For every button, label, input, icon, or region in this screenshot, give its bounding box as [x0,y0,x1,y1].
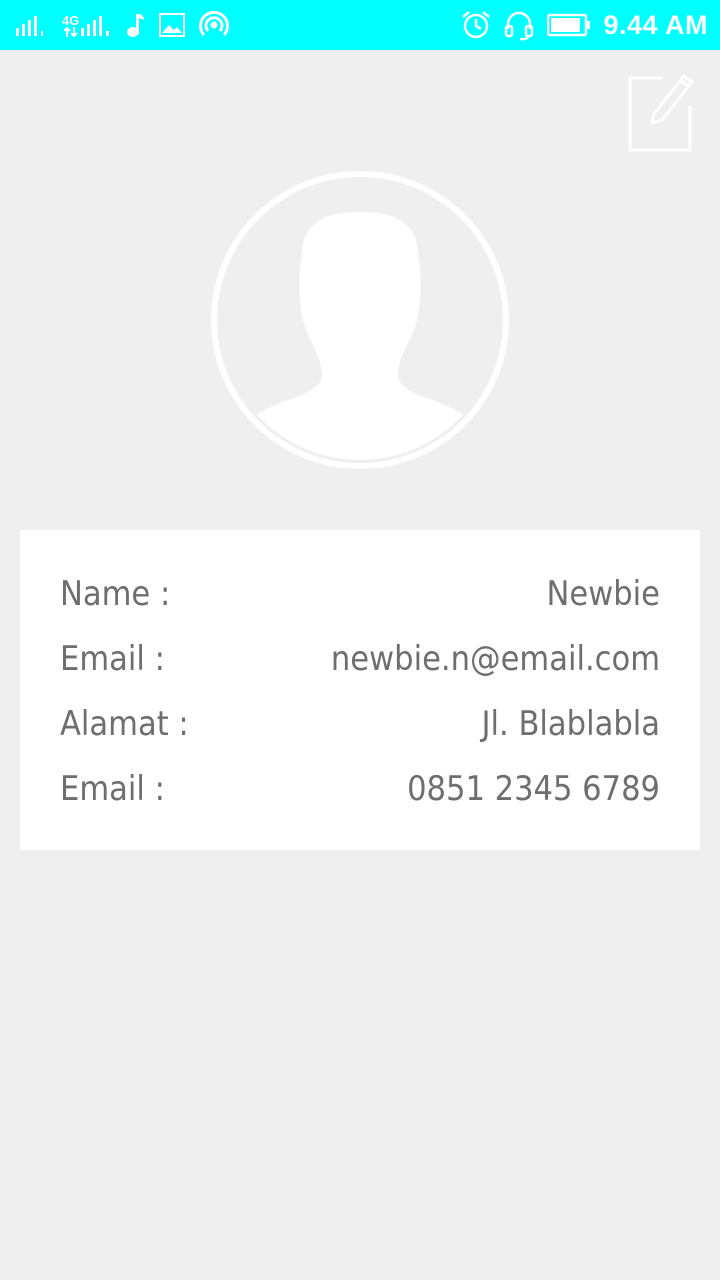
signal-sim1-icon [16,16,43,36]
signal-4g-sim2-icon: 4G [62,14,111,37]
headset-icon [505,11,534,41]
info-row-email: Email : newbie.n@email.com [60,629,660,689]
edit-note-icon [628,74,694,152]
profile-avatar[interactable] [210,170,510,470]
field-label: Email : [60,639,165,679]
info-row-address: Alamat : Jl. Blablabla [60,694,660,754]
status-bar-left: 4G [16,0,230,50]
info-row-name: Name : Newbie [60,564,660,624]
hotspot-icon [199,11,230,37]
signal-bars-icon [81,16,110,36]
status-bar-time: 9.44 AM [603,9,708,40]
field-value: newbie.n@email.com [330,639,660,679]
network-type-label: 4G [62,12,80,28]
image-icon [159,13,186,37]
info-row-phone: Email : 0851 2345 6789 [60,759,660,819]
edit-profile-button[interactable] [624,66,696,156]
person-placeholder-icon [211,171,509,469]
status-bar-right: 9.44 AM [461,0,708,50]
music-note-icon [127,14,145,37]
alarm-clock-icon [462,11,491,39]
field-value: Jl. Blablabla [481,704,661,744]
field-value: Newbie [546,574,660,614]
battery-icon [547,13,591,37]
field-label: Name : [60,574,171,614]
profile-info-card: Name : Newbie Email : newbie.n@email.com… [20,530,700,850]
field-value: 0851 2345 6789 [407,769,660,809]
data-arrows-icon [63,26,78,37]
field-label: Alamat : [60,704,189,744]
field-label: Email : [60,769,165,809]
status-bar: 4G 9.44 AM [0,0,720,50]
